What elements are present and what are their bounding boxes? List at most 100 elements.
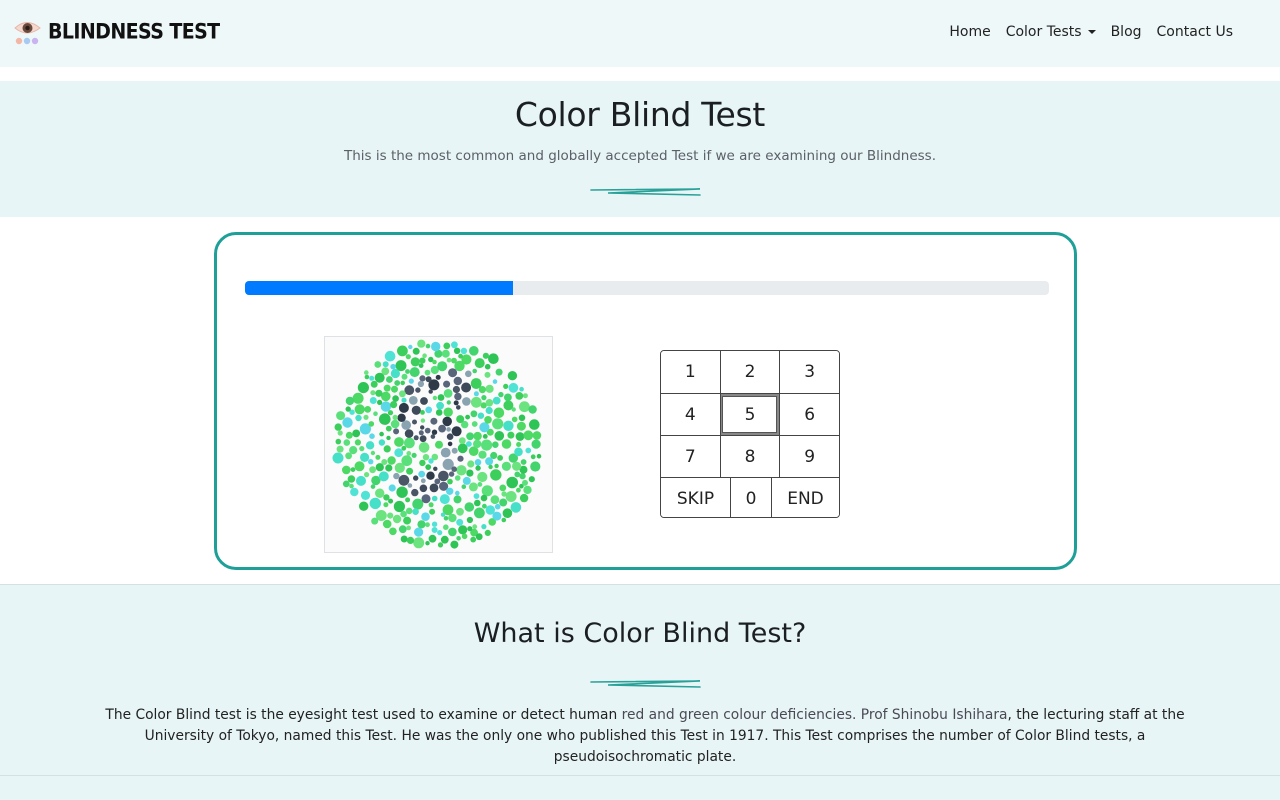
plate-dot bbox=[389, 527, 397, 536]
caret-down-icon bbox=[1087, 30, 1096, 34]
plate-dot bbox=[435, 440, 443, 449]
key-7[interactable]: 7 bbox=[661, 436, 720, 477]
plate-dot bbox=[386, 376, 393, 383]
plate-dot bbox=[425, 464, 432, 470]
nav-blog[interactable]: Blog bbox=[1111, 24, 1142, 40]
plate-dot bbox=[485, 399, 494, 407]
key-9[interactable]: 9 bbox=[779, 436, 839, 477]
plate-dot bbox=[428, 389, 433, 394]
plate-dot bbox=[337, 430, 343, 436]
plate-dot bbox=[443, 407, 453, 417]
plate-dot bbox=[433, 466, 438, 471]
nav-color-tests-dropdown[interactable]: Color Tests bbox=[1006, 24, 1096, 40]
plate-dot bbox=[430, 434, 436, 439]
plate-dot bbox=[458, 353, 463, 359]
plate-dot bbox=[378, 471, 389, 482]
key-3[interactable]: 3 bbox=[779, 351, 839, 393]
plate-dot bbox=[482, 503, 487, 509]
brand[interactable]: BLINDNESS TEST bbox=[13, 18, 220, 46]
plate-dot bbox=[363, 414, 369, 420]
plate-dot bbox=[474, 499, 481, 507]
plate-dot bbox=[379, 431, 384, 437]
plate-dot bbox=[354, 404, 365, 415]
plate-dot bbox=[516, 487, 521, 493]
plate-dot bbox=[431, 341, 441, 352]
plate-dot bbox=[413, 475, 419, 481]
plate-dot bbox=[531, 439, 541, 449]
skip-button[interactable]: SKIP bbox=[661, 478, 730, 517]
plate-dot bbox=[381, 367, 390, 376]
end-button[interactable]: END bbox=[771, 478, 839, 517]
plate-dot bbox=[456, 415, 465, 424]
plate-dot bbox=[470, 536, 477, 543]
plate-dot bbox=[415, 387, 421, 393]
plate-dot bbox=[350, 467, 356, 472]
plate-dot bbox=[383, 502, 389, 508]
plate-dot bbox=[342, 465, 351, 475]
plate-dot bbox=[484, 416, 492, 424]
plate-dot bbox=[343, 439, 351, 446]
plate-dot bbox=[425, 343, 431, 349]
plate-dot bbox=[492, 418, 504, 430]
nav-home[interactable]: Home bbox=[949, 24, 990, 40]
plate-dot bbox=[453, 376, 462, 386]
nav-contact[interactable]: Contact Us bbox=[1157, 24, 1233, 40]
plate-dot bbox=[420, 478, 426, 484]
plate-dot bbox=[472, 524, 478, 530]
plate-dot bbox=[440, 535, 449, 544]
plate-dot bbox=[512, 461, 522, 471]
plate-dot bbox=[431, 527, 438, 533]
plate-dot bbox=[481, 395, 487, 401]
plate-dot bbox=[378, 439, 386, 446]
key-5[interactable]: 5 bbox=[719, 394, 780, 435]
plate-dot bbox=[406, 525, 411, 531]
key-0[interactable]: 0 bbox=[730, 478, 771, 517]
plate-dot bbox=[493, 407, 505, 419]
plate-dot bbox=[421, 512, 430, 521]
plate-dot bbox=[514, 471, 521, 478]
plate-dot bbox=[442, 416, 452, 427]
plate-dot bbox=[364, 374, 370, 380]
key-6[interactable]: 6 bbox=[779, 394, 839, 435]
plate-dot bbox=[335, 438, 342, 445]
plate-dot bbox=[467, 526, 473, 532]
plate-dot bbox=[392, 414, 398, 421]
plate-dot bbox=[479, 422, 490, 433]
about-text: The Color Blind test is the eyesight tes… bbox=[80, 705, 1210, 768]
key-1[interactable]: 1 bbox=[661, 351, 720, 393]
plate-dot bbox=[446, 427, 451, 432]
plate-dot bbox=[355, 414, 362, 422]
plate-dot bbox=[429, 508, 436, 515]
plate-dot bbox=[473, 439, 482, 449]
plate-dot bbox=[441, 349, 450, 358]
plate-dot bbox=[345, 406, 351, 412]
navbar: BLINDNESS TEST Home Color Tests Blog Con… bbox=[0, 0, 1280, 67]
plate-dot bbox=[523, 430, 534, 441]
plate-dot bbox=[336, 445, 344, 453]
plate-dot bbox=[503, 420, 514, 431]
page-title: Color Blind Test bbox=[514, 95, 766, 134]
brand-name: BLINDNESS TEST bbox=[48, 19, 220, 45]
plate-dot bbox=[398, 474, 410, 486]
plate-dot bbox=[342, 480, 350, 488]
plate-dot bbox=[405, 369, 410, 374]
plate-dot bbox=[418, 442, 430, 453]
plate-dot bbox=[494, 503, 501, 510]
plate-dot bbox=[536, 453, 542, 459]
plate-dot bbox=[405, 354, 411, 360]
plate-dot bbox=[422, 353, 427, 358]
key-4[interactable]: 4 bbox=[661, 394, 720, 435]
plate-dot bbox=[396, 486, 408, 498]
plate-dot bbox=[412, 347, 420, 355]
key-2[interactable]: 2 bbox=[719, 351, 780, 393]
plate-dot bbox=[451, 447, 458, 454]
plate-dot bbox=[369, 497, 381, 510]
plate-dot bbox=[379, 413, 391, 425]
plate-dot bbox=[434, 478, 441, 485]
plate-dot bbox=[448, 527, 457, 537]
plate-dot bbox=[364, 370, 369, 375]
plate-dot bbox=[420, 410, 425, 415]
plate-dot bbox=[426, 471, 435, 480]
eye-logo-icon bbox=[13, 18, 43, 46]
key-8[interactable]: 8 bbox=[719, 436, 780, 477]
